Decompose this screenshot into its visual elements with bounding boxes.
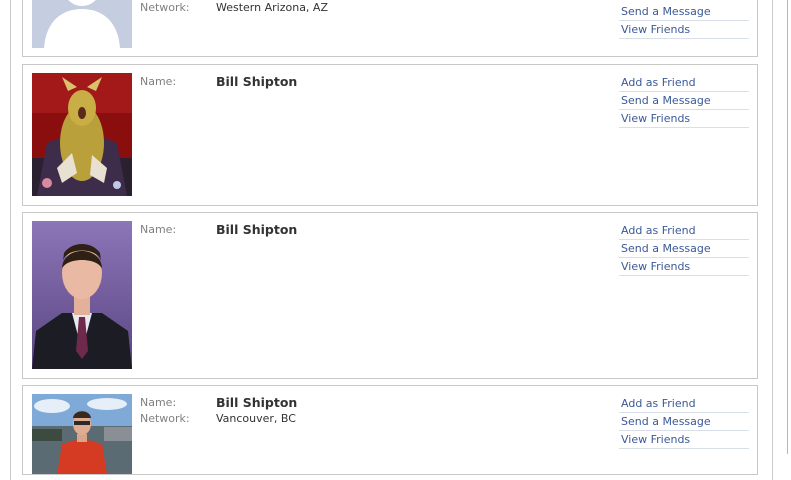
network-value: Western Arizona, AZ <box>216 1 328 14</box>
profile-name-link[interactable]: Bill Shipton <box>216 74 297 89</box>
view-friends-link[interactable]: View Friends <box>619 21 749 39</box>
profile-name-link[interactable]: Bill Shipton <box>216 222 297 237</box>
name-label: Name: <box>140 75 177 88</box>
view-friends-link[interactable]: View Friends <box>619 110 749 128</box>
view-friends-link[interactable]: View Friends <box>619 258 749 276</box>
network-label: Network: <box>140 1 190 14</box>
add-as-friend-link[interactable]: Add as Friend <box>619 74 749 92</box>
send-message-link[interactable]: Send a Message <box>619 240 749 258</box>
view-friends-link[interactable]: View Friends <box>619 431 749 449</box>
add-as-friend-link[interactable]: Add as Friend <box>619 222 749 240</box>
scrollbar-edge <box>787 0 788 454</box>
send-message-link[interactable]: Send a Message <box>619 92 749 110</box>
send-message-link[interactable]: Send a Message <box>619 413 749 431</box>
send-message-link[interactable]: Send a Message <box>619 3 749 21</box>
network-label: Network: <box>140 412 190 425</box>
profile-photo-default-silhouette[interactable] <box>32 0 132 48</box>
result-card: Network: Western Arizona, AZ Send a Mess… <box>22 0 758 57</box>
profile-photo-costume[interactable] <box>32 73 132 196</box>
result-card: Name: Bill Shipton Add as Friend Send a … <box>22 64 758 206</box>
add-as-friend-link[interactable]: Add as Friend <box>619 395 749 413</box>
profile-photo-outdoor[interactable] <box>32 394 132 474</box>
profile-photo-suit-portrait[interactable] <box>32 221 132 369</box>
name-label: Name: <box>140 396 177 409</box>
result-card: Name: Bill Shipton Network: Vancouver, B… <box>22 385 758 475</box>
network-value: Vancouver, BC <box>216 412 296 425</box>
profile-name-link[interactable]: Bill Shipton <box>216 395 297 410</box>
result-card: Name: Bill Shipton Add as Friend Send a … <box>22 212 758 379</box>
name-label: Name: <box>140 223 177 236</box>
